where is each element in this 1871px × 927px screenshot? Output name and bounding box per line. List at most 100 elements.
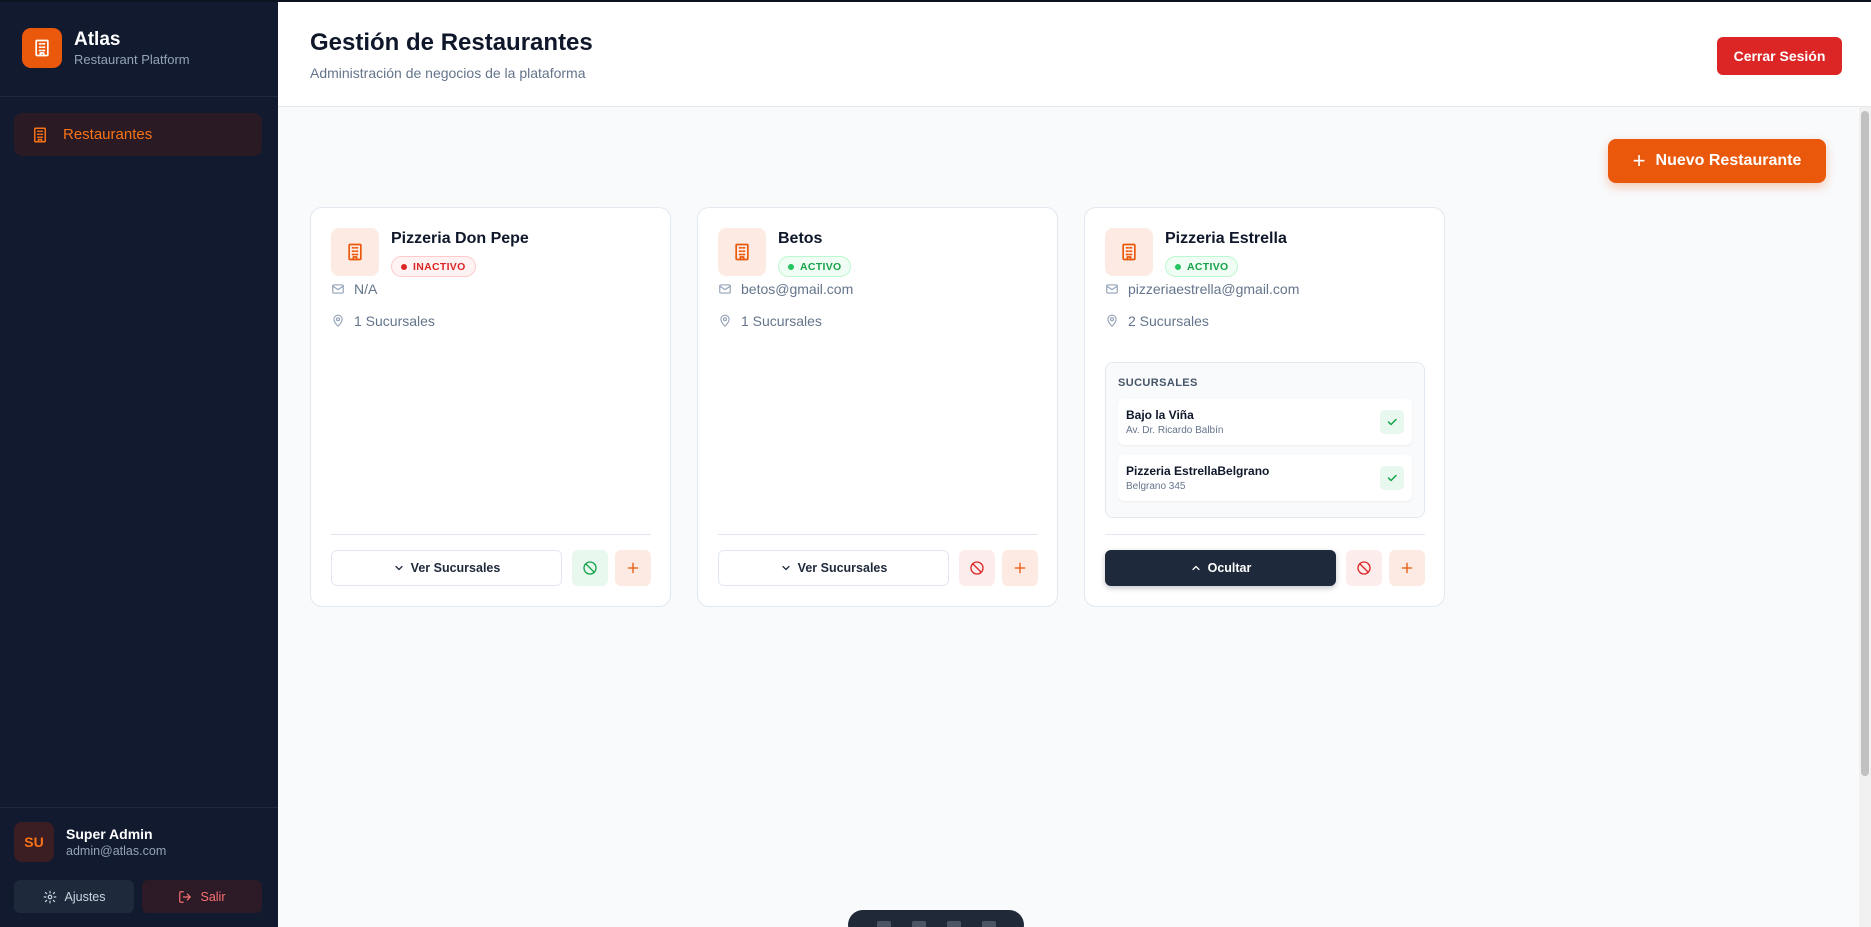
branches-count-row: 1 Sucursales [331, 313, 435, 329]
user-email: admin@atlas.com [66, 844, 167, 858]
chevron-up-icon [1191, 565, 1200, 571]
page-title: Gestión de Restaurantes [310, 29, 593, 56]
new-restaurant-button[interactable]: + Nuevo Restaurante [1608, 139, 1826, 183]
restaurant-email: betos@gmail.com [741, 281, 854, 297]
check-icon [1387, 474, 1397, 482]
restaurant-name: Pizzeria Estrella [1165, 230, 1287, 247]
card-actions: Ocultar [1105, 550, 1425, 586]
toggle-label: Ver Sucursales [410, 561, 501, 575]
deactivate-button[interactable] [959, 550, 995, 586]
branch-active-indicator[interactable] [1380, 466, 1404, 490]
branches-count-row: 1 Sucursales [718, 313, 822, 329]
branch-item[interactable]: Bajo la Viña Av. Dr. Ricardo Balbín [1118, 399, 1412, 445]
building-icon [34, 127, 46, 142]
toolbar-tool-icon[interactable] [876, 921, 891, 927]
settings-button[interactable]: Ajustes [14, 880, 134, 913]
activate-button[interactable] [572, 550, 608, 586]
sidebar-item-label: Restaurantes [63, 126, 153, 143]
chevron-down-icon [782, 565, 790, 571]
map-pin-icon [720, 314, 730, 327]
add-branch-button[interactable] [1389, 550, 1425, 586]
main-content: + Nuevo Restaurante Pizzeria Don Pepe IN… [278, 107, 1859, 927]
branch-name: Pizzeria EstrellaBelgrano [1126, 464, 1270, 478]
restaurant-name: Pizzeria Don Pepe [391, 230, 529, 247]
status-badge: ACTIVO [1165, 256, 1239, 277]
ban-icon [970, 561, 984, 575]
ban-icon [1357, 561, 1371, 575]
user-name: Super Admin [66, 826, 153, 842]
plus-icon [627, 562, 639, 574]
card-actions: Ver Sucursales [331, 550, 651, 586]
status-dot [1175, 263, 1181, 270]
restaurant-icon-box [331, 228, 379, 276]
mail-icon [719, 284, 731, 294]
branches-count: 1 Sucursales [741, 313, 822, 329]
building-icon [348, 243, 362, 261]
ban-icon [583, 561, 597, 575]
branch-item[interactable]: Pizzeria EstrellaBelgrano Belgrano 345 [1118, 455, 1412, 501]
toolbar-tool-icon[interactable] [981, 921, 996, 927]
status-badge: INACTIVO [391, 256, 476, 277]
building-icon [1122, 243, 1136, 261]
avatar: SU [14, 822, 54, 862]
cerrar-sesion-button[interactable]: Cerrar Sesión [1717, 37, 1842, 75]
restaurant-icon-box [718, 228, 766, 276]
floating-toolbar[interactable] [848, 910, 1024, 927]
building-icon [735, 243, 749, 261]
brand-name: Atlas [74, 28, 121, 50]
brand-subtitle: Restaurant Platform [74, 51, 190, 67]
plus-icon: + [1632, 148, 1646, 173]
status-dot [788, 263, 794, 270]
restaurant-email: pizzeriaestrella@gmail.com [1128, 281, 1300, 297]
status-text: ACTIVO [1187, 260, 1229, 273]
brand[interactable]: Atlas Restaurant Platform [22, 28, 190, 68]
ver-sucursales-button[interactable]: Ver Sucursales [331, 550, 562, 586]
plus-icon [1401, 562, 1413, 574]
sidebar-divider-bottom [0, 807, 278, 808]
branches-count: 1 Sucursales [354, 313, 435, 329]
page-header: Gestión de Restaurantes Administración d… [278, 0, 1871, 107]
branch-name: Bajo la Viña [1126, 408, 1194, 422]
mail-icon [1106, 284, 1118, 294]
toolbar-tool-icon[interactable] [946, 921, 961, 927]
branches-count-row: 2 Sucursales [1105, 313, 1209, 329]
add-branch-button[interactable] [615, 550, 651, 586]
toggle-label: Ocultar [1207, 561, 1252, 575]
scrollbar[interactable] [1859, 107, 1871, 927]
email-row: N/A [331, 281, 377, 297]
gear-icon [43, 890, 56, 903]
status-text: INACTIVO [413, 260, 466, 273]
branches-title: SUCURSALES [1118, 377, 1198, 389]
building-icon [35, 39, 49, 57]
status-text: ACTIVO [800, 260, 842, 273]
logout-button[interactable]: Salir [142, 880, 262, 913]
card-divider [1105, 534, 1425, 535]
deactivate-button[interactable] [1346, 550, 1382, 586]
toolbar-tool-icon[interactable] [911, 921, 926, 927]
branches-count: 2 Sucursales [1128, 313, 1209, 329]
restaurant-card: Betos ACTIVO betos@gmail.com 1 Sucursale… [697, 207, 1058, 607]
toggle-label: Ver Sucursales [797, 561, 888, 575]
scroll-thumb[interactable] [1861, 111, 1869, 776]
add-branch-button[interactable] [1002, 550, 1038, 586]
map-pin-icon [1107, 314, 1117, 327]
restaurant-card: Pizzeria Estrella ACTIVO pizzeriaestrell… [1084, 207, 1445, 607]
restaurant-icon-box [1105, 228, 1153, 276]
check-icon [1387, 418, 1397, 426]
new-restaurant-label: Nuevo Restaurante [1655, 152, 1802, 169]
sidebar-divider [0, 96, 278, 97]
plus-icon [1014, 562, 1026, 574]
branch-address: Belgrano 345 [1126, 481, 1186, 492]
ocultar-button[interactable]: Ocultar [1105, 550, 1336, 586]
user-profile: SU Super Admin admin@atlas.com [14, 822, 166, 862]
card-divider [331, 534, 651, 535]
logout-label: Salir [200, 889, 226, 904]
restaurant-email: N/A [354, 281, 378, 297]
brand-logo [22, 28, 62, 68]
chevron-down-icon [395, 565, 403, 571]
card-actions: Ver Sucursales [718, 550, 1038, 586]
sidebar-item-restaurantes[interactable]: Restaurantes [14, 113, 262, 156]
ver-sucursales-button[interactable]: Ver Sucursales [718, 550, 949, 586]
branch-active-indicator[interactable] [1380, 410, 1404, 434]
status-dot [401, 263, 407, 270]
